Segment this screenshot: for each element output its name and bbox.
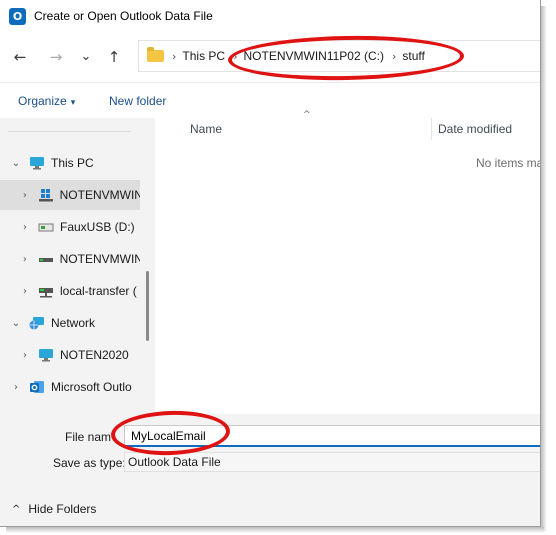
chevron-right-icon[interactable]: › [20,350,30,361]
outlook-icon: O [9,7,26,25]
sidebar-item-noten2020[interactable]: › NOTEN2020 [0,340,140,370]
drive-icon [38,258,53,262]
sidebar-item-label: Microsoft Outlo [51,380,132,394]
sidebar-item-label: Network [51,316,96,330]
divider [8,131,131,132]
file-name-label: File nam [65,430,112,444]
forward-arrow-icon[interactable]: → [46,47,66,67]
save-as-type-dropdown[interactable]: Outlook Data File [124,452,540,472]
back-arrow-icon[interactable]: ← [10,47,30,67]
organize-button[interactable]: Organize ▾ [18,94,75,108]
windows-drive-icon [38,189,53,202]
network-icon [29,317,44,330]
column-divider[interactable] [431,118,432,140]
monitor-icon [30,157,44,170]
chevron-right-icon[interactable]: › [20,254,30,265]
file-list: ^ Name Date modified No items ma [155,110,541,414]
outlook-icon [30,381,44,393]
new-folder-button[interactable]: New folder [109,94,166,108]
organize-label: Organize [18,94,67,108]
breadcrumb-separator: › [172,49,177,63]
sidebar-item-outlook[interactable]: › Microsoft Outlo [0,372,140,402]
usb-drive-icon [38,223,54,232]
empty-folder-message: No items ma [476,156,541,170]
sidebar-item-label: local-transfer ( [60,284,137,298]
dialog-footer: ^ Hide Folders [0,484,540,526]
sidebar-item-local-transfer[interactable]: › local-transfer ( [0,276,140,306]
chevron-right-icon[interactable]: › [20,222,30,233]
sidebar-item-network[interactable]: ⌄ Network [0,308,140,338]
chevron-right-icon[interactable]: › [20,286,30,297]
save-as-type-label: Save as type: [53,456,126,470]
frame-shadow-right [541,6,547,531]
hide-folders-button[interactable]: ^ Hide Folders [12,502,96,516]
sidebar-item-label: NOTENVMWIN [59,188,140,202]
sidebar-item-label: This PC [51,156,94,170]
breadcrumb-this-pc[interactable]: This PC [182,49,225,63]
recent-locations-chevron-icon[interactable]: ⌄ [76,47,96,67]
chevron-down-icon[interactable]: ⌄ [11,158,21,169]
hide-folders-label: Hide Folders [28,502,97,516]
frame-shadow-bottom [6,527,544,533]
chevron-down-icon: ▾ [70,98,76,108]
monitor-icon [39,349,53,362]
save-form: File nam Save as type: Outlook Data File [0,414,540,484]
navigation-pane: ⌄ This PC › NOTENVMWIN › FauxUSB (D:) › … [0,118,140,414]
chevron-down-icon[interactable]: ⌄ [11,318,21,329]
sort-ascending-icon: ^ [303,110,311,120]
sidebar-item-label: NOTENVMWIN [59,252,140,266]
sidebar-item-label: NOTEN2020 [60,348,129,362]
folder-icon [147,47,164,62]
window-title: Create or Open Outlook Data File [34,9,213,23]
chevron-right-icon[interactable]: › [11,382,21,393]
sidebar-item-drive-c[interactable]: › NOTENVMWIN [0,180,140,210]
chevron-up-icon: ^ [12,503,21,515]
sidebar-item-this-pc[interactable]: ⌄ This PC [0,148,140,178]
network-drive-icon [39,288,53,298]
sidebar-item-label: FauxUSB (D:) [60,220,135,234]
sidebar-scrollbar[interactable] [146,271,149,341]
title-bar: O Create or Open Outlook Data File [0,0,540,32]
column-header-name[interactable]: Name [190,122,222,136]
sidebar-item-drive[interactable]: › NOTENVMWIN [0,244,140,274]
column-header-date-modified[interactable]: Date modified [438,122,512,136]
sidebar-item-fauxusb[interactable]: › FauxUSB (D:) [0,212,140,242]
chevron-right-icon[interactable]: › [20,190,30,201]
command-bar: Organize ▾ New folder [0,82,540,118]
save-dialog: O Create or Open Outlook Data File ← → ⌄… [0,0,541,527]
up-arrow-icon[interactable]: ↑ [104,47,124,67]
